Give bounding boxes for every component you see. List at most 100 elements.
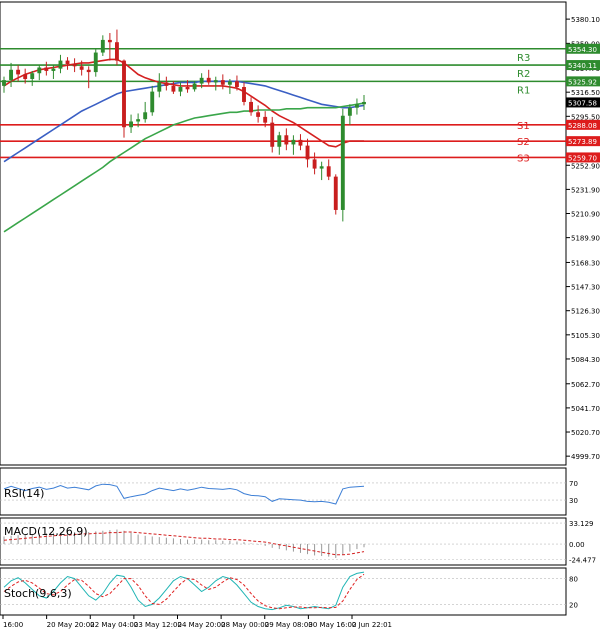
- candle-bearish: [220, 80, 225, 85]
- time-tick-label: 20 May 20:00: [47, 621, 95, 629]
- price-tick-label: 5252.90: [571, 162, 600, 170]
- indicator-tick-label: 33.129: [569, 520, 594, 528]
- time-tick-label: 29 May 08:00: [265, 621, 313, 629]
- candle-bullish: [355, 104, 359, 108]
- candle-bearish: [263, 116, 268, 123]
- candle-bearish: [256, 112, 261, 117]
- candle-bearish: [122, 60, 126, 128]
- time-tick-label: 2 Jun 22:01: [352, 621, 392, 629]
- candle-bearish: [270, 122, 275, 147]
- level-tag-value: 5325.92: [568, 78, 597, 86]
- candle-bullish: [347, 107, 352, 116]
- indicator-tick-label: 0.00: [569, 541, 585, 549]
- candle-bearish: [86, 69, 91, 73]
- indicator-tick-label: -24.477: [569, 557, 596, 565]
- candle-bullish: [93, 52, 98, 73]
- time-tick-label: 24 May 20:00: [178, 621, 226, 629]
- candle-bearish: [312, 159, 317, 169]
- time-tick-label: 22 May 04:00: [90, 621, 138, 629]
- candle-bullish: [277, 135, 282, 147]
- level-name-r2: R2: [517, 69, 530, 80]
- trading-chart: 5380.105359.005337.705316.505295.505274.…: [0, 0, 600, 632]
- indicator-tick-label: 20: [569, 601, 578, 609]
- candle-bullish: [340, 115, 345, 210]
- price-tick-label: 5380.10: [571, 16, 600, 24]
- candle-bullish: [291, 139, 296, 145]
- candle-bullish: [9, 69, 13, 81]
- candle-bullish: [2, 80, 6, 86]
- level-tag-value: 5259.70: [568, 154, 597, 162]
- candle-bearish: [185, 87, 190, 90]
- price-tick-label: 5084.30: [571, 356, 600, 364]
- candle-bearish: [298, 139, 303, 146]
- level-name-s3: S3: [517, 153, 530, 164]
- price-tick-label: 5147.30: [571, 284, 600, 292]
- candle-bullish: [227, 81, 232, 85]
- candle-bearish: [235, 81, 239, 88]
- stoch-title: Stoch(9,6,3): [4, 587, 72, 600]
- candle-bullish: [136, 119, 141, 122]
- candle-bearish: [79, 66, 84, 70]
- candle-bullish: [37, 67, 42, 74]
- price-tick-label: 5189.90: [571, 235, 600, 243]
- price-tick-label: 5062.70: [571, 381, 600, 389]
- candle-bullish: [319, 166, 324, 169]
- level-price-tags: 5354.30 5340.11 5325.92 5288.08 5273.89 5259.…: [566, 43, 600, 163]
- candle-bullish: [51, 68, 56, 71]
- indicator-tick-label: 30: [569, 497, 578, 505]
- candle-bearish: [16, 69, 21, 75]
- candle-bearish: [23, 74, 28, 79]
- current-price-value: 5307.58: [568, 99, 597, 107]
- time-tick-label: 28 May 00:00: [221, 621, 269, 629]
- candle-bullish: [100, 39, 105, 53]
- price-tick-label: 5020.70: [571, 429, 600, 437]
- level-name-s1: S1: [517, 121, 530, 132]
- indicator-tick-label: 70: [569, 480, 578, 488]
- candle-bullish: [30, 73, 35, 79]
- candle-bullish: [58, 60, 63, 69]
- level-tag-value: 5288.08: [568, 122, 597, 130]
- candle-bearish: [305, 145, 310, 160]
- time-tick-label: 30 May 16:00: [308, 621, 356, 629]
- candle-bearish: [164, 82, 169, 86]
- price-tick-label: 5231.90: [571, 186, 600, 194]
- time-tick-label: 23 May 12:00: [134, 621, 182, 629]
- rsi-title: RSI(14): [4, 487, 44, 500]
- candle-bearish: [326, 166, 331, 177]
- candle-bearish: [115, 42, 119, 61]
- candle-bullish: [178, 87, 183, 92]
- level-name-r3: R3: [517, 53, 530, 64]
- time-tick-label: 16:00: [3, 621, 23, 629]
- candle-bearish: [206, 77, 211, 83]
- candle-bearish: [171, 85, 176, 92]
- price-tick-label: 5316.50: [571, 89, 600, 97]
- candle-bearish: [249, 101, 253, 113]
- level-tag-value: 5273.89: [568, 138, 597, 146]
- candle-bullish: [199, 77, 204, 84]
- candle-bullish: [362, 101, 366, 105]
- candle-bearish: [107, 39, 112, 43]
- price-tick-label: 5041.70: [571, 405, 600, 413]
- candle-bearish: [65, 60, 70, 65]
- candle-bearish: [44, 67, 49, 71]
- price-tick-label: 4999.70: [571, 453, 600, 461]
- candle-bearish: [284, 135, 289, 145]
- candle-bearish: [72, 64, 77, 67]
- level-tag-value: 5354.30: [568, 46, 597, 54]
- level-name-s2: S2: [517, 137, 530, 148]
- candle-bullish: [213, 80, 218, 83]
- candle-bullish: [129, 121, 133, 128]
- price-tick-label: 5105.30: [571, 332, 600, 340]
- price-tick-label: 5210.90: [571, 211, 600, 219]
- candle-bearish: [333, 176, 338, 210]
- chart-background: [0, 0, 600, 632]
- price-tick-label: 5126.30: [571, 308, 600, 316]
- level-name-r1: R1: [517, 85, 530, 96]
- candle-bullish: [143, 112, 148, 120]
- candle-bearish: [242, 87, 246, 102]
- level-tag-value: 5340.11: [568, 62, 597, 70]
- macd-title: MACD(12,26,9): [4, 525, 88, 538]
- candle-bullish: [150, 91, 155, 113]
- candle-bullish: [192, 83, 197, 90]
- indicator-tick-label: 80: [569, 576, 578, 584]
